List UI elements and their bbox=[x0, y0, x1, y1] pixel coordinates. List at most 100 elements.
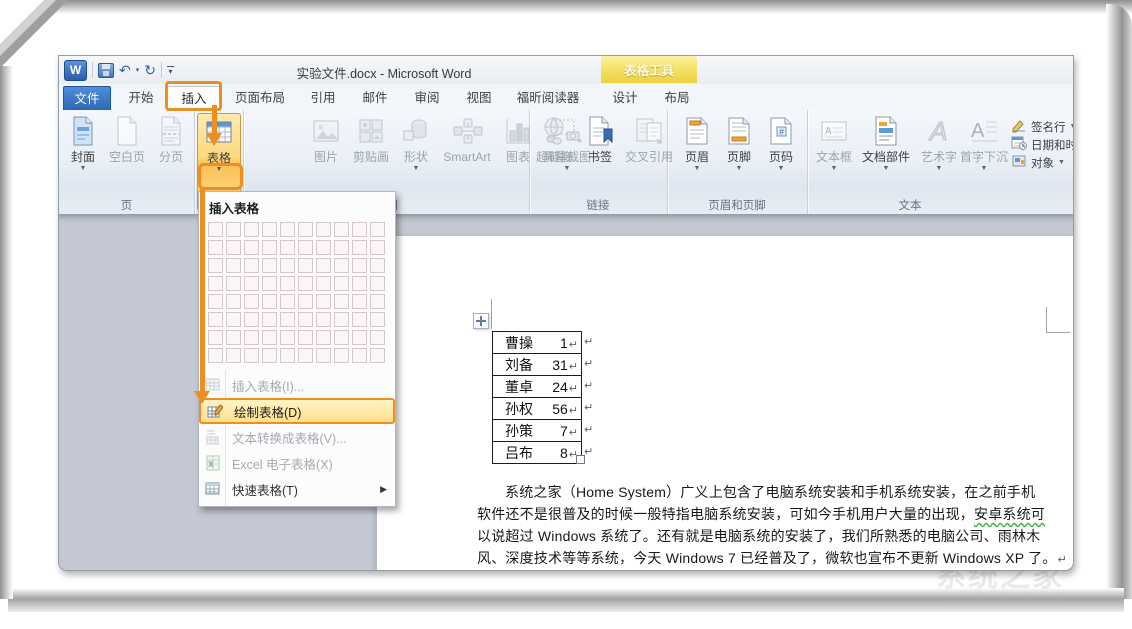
table-size-cell[interactable] bbox=[298, 330, 313, 345]
table-size-cell[interactable] bbox=[226, 258, 241, 273]
table-size-cell[interactable] bbox=[298, 294, 313, 309]
table-size-cell[interactable] bbox=[316, 312, 331, 327]
table-size-cell[interactable] bbox=[244, 240, 259, 255]
table-size-cell[interactable] bbox=[352, 294, 367, 309]
table-move-handle[interactable] bbox=[473, 313, 489, 329]
table-size-cell[interactable] bbox=[244, 312, 259, 327]
footer-button[interactable]: 页脚 ▼ bbox=[719, 113, 759, 197]
table-size-cell[interactable] bbox=[370, 348, 385, 363]
table-size-cell[interactable] bbox=[226, 348, 241, 363]
table-size-cell[interactable] bbox=[226, 222, 241, 237]
table-row[interactable]: 刘备31↵ bbox=[493, 354, 581, 376]
table-size-cell[interactable] bbox=[262, 276, 277, 291]
table-size-cell[interactable] bbox=[370, 330, 385, 345]
table-size-cell[interactable] bbox=[298, 222, 313, 237]
table-size-cell[interactable] bbox=[298, 240, 313, 255]
table-size-cell[interactable] bbox=[280, 222, 295, 237]
table-size-cell[interactable] bbox=[334, 294, 349, 309]
table-size-cell[interactable] bbox=[370, 240, 385, 255]
table-row[interactable]: 孙策7↵ bbox=[493, 420, 581, 442]
qat-customize-icon[interactable]: ▾ bbox=[167, 66, 174, 74]
table-size-cell[interactable] bbox=[244, 330, 259, 345]
undo-icon[interactable]: ↶ bbox=[119, 62, 131, 78]
table-size-cell[interactable] bbox=[334, 222, 349, 237]
table-size-cell[interactable] bbox=[280, 258, 295, 273]
picture-button[interactable]: 图片 bbox=[306, 113, 346, 197]
save-icon[interactable] bbox=[98, 63, 114, 78]
clip-art-button[interactable]: 剪贴画 bbox=[348, 113, 394, 197]
shapes-button[interactable]: 形状 ▼ bbox=[396, 113, 436, 197]
table-size-cell[interactable] bbox=[316, 294, 331, 309]
table-row[interactable]: 曹操1↵ bbox=[493, 332, 581, 354]
menu-item-convert-text-to-table[interactable]: 文本转换成表格(V)... bbox=[199, 424, 395, 450]
blank-page-button[interactable]: 空白页 bbox=[105, 113, 149, 197]
table-size-cell[interactable] bbox=[352, 312, 367, 327]
table-size-cell[interactable] bbox=[280, 348, 295, 363]
table-size-cell[interactable] bbox=[262, 222, 277, 237]
page-break-button[interactable]: 分页 bbox=[153, 113, 189, 197]
table-size-cell[interactable] bbox=[298, 348, 313, 363]
table-size-cell[interactable] bbox=[352, 222, 367, 237]
table-size-cell[interactable] bbox=[244, 222, 259, 237]
page-number-button[interactable]: # 页码 ▼ bbox=[761, 113, 801, 197]
table-size-cell[interactable] bbox=[262, 240, 277, 255]
table-size-cell[interactable] bbox=[370, 312, 385, 327]
table-size-cell[interactable] bbox=[316, 240, 331, 255]
table-size-cell[interactable] bbox=[352, 258, 367, 273]
table-size-cell[interactable] bbox=[226, 330, 241, 345]
table-size-cell[interactable] bbox=[352, 240, 367, 255]
header-button[interactable]: 页眉 ▼ bbox=[677, 113, 717, 197]
undo-dropdown-arrow-icon[interactable]: ▾ bbox=[136, 66, 140, 74]
wordart-button[interactable]: A 艺术字 ▼ bbox=[917, 113, 961, 197]
cover-page-button[interactable]: 封面 ▼ bbox=[63, 113, 103, 197]
table-size-cell[interactable] bbox=[208, 276, 223, 291]
table-size-cell[interactable] bbox=[334, 312, 349, 327]
table-size-cell[interactable] bbox=[244, 294, 259, 309]
tab-view[interactable]: 视图 bbox=[457, 87, 501, 110]
table-size-cell[interactable] bbox=[280, 312, 295, 327]
table-size-cell[interactable] bbox=[244, 276, 259, 291]
tab-mailings[interactable]: 邮件 bbox=[353, 87, 397, 110]
table-size-cell[interactable] bbox=[280, 330, 295, 345]
table-size-cell[interactable] bbox=[334, 240, 349, 255]
table-size-cell[interactable] bbox=[280, 276, 295, 291]
body-paragraph[interactable]: 系统之家（Home System）广义上包含了电脑系统安装和手机系统安装，在之前… bbox=[477, 481, 1073, 569]
table-size-cell[interactable] bbox=[370, 294, 385, 309]
table-size-cell[interactable] bbox=[262, 312, 277, 327]
table-size-cell[interactable] bbox=[298, 258, 313, 273]
tab-file[interactable]: 文件 bbox=[63, 86, 111, 112]
table-size-cell[interactable] bbox=[316, 330, 331, 345]
table-size-cell[interactable] bbox=[370, 258, 385, 273]
table-size-cell[interactable] bbox=[298, 312, 313, 327]
table-size-cell[interactable] bbox=[226, 276, 241, 291]
table-size-cell[interactable] bbox=[244, 348, 259, 363]
table-size-cell[interactable] bbox=[262, 348, 277, 363]
date-time-button[interactable]: 日期和时 bbox=[1011, 136, 1074, 153]
table-size-cell[interactable] bbox=[334, 348, 349, 363]
tab-review[interactable]: 审阅 bbox=[405, 87, 449, 110]
table-size-cell[interactable] bbox=[370, 222, 385, 237]
menu-item-draw-table[interactable]: 绘制表格(D) bbox=[199, 398, 395, 424]
table-size-cell[interactable] bbox=[316, 222, 331, 237]
table-size-cell[interactable] bbox=[208, 240, 223, 255]
smartart-button[interactable]: SmartArt bbox=[438, 113, 496, 197]
table-size-cell[interactable] bbox=[262, 294, 277, 309]
table-size-cell[interactable] bbox=[352, 276, 367, 291]
table-size-cell[interactable] bbox=[226, 312, 241, 327]
table-row[interactable]: 吕布8↵ bbox=[493, 442, 581, 463]
table-size-cell[interactable] bbox=[208, 330, 223, 345]
word-logo-icon[interactable]: W bbox=[64, 60, 87, 81]
table-size-cell[interactable] bbox=[208, 312, 223, 327]
table-size-cell[interactable] bbox=[208, 294, 223, 309]
table-size-cell[interactable] bbox=[226, 294, 241, 309]
table-size-cell[interactable] bbox=[226, 240, 241, 255]
document-page[interactable]: 曹操1↵ 刘备31↵ 董卓24↵ 孙权56↵ 孙策7↵ 吕布8↵ ↵↵ ↵↵ ↵… bbox=[377, 236, 1073, 570]
table-size-cell[interactable] bbox=[208, 258, 223, 273]
table-size-cell[interactable] bbox=[280, 240, 295, 255]
table-size-cell[interactable] bbox=[352, 348, 367, 363]
signature-line-button[interactable]: 签名行 ▼ bbox=[1011, 118, 1074, 135]
text-box-button[interactable]: A 文本框 ▼ bbox=[813, 113, 855, 197]
table-resize-handle[interactable] bbox=[576, 455, 585, 464]
table-size-cell[interactable] bbox=[316, 258, 331, 273]
table-row[interactable]: 孙权56↵ bbox=[493, 398, 581, 420]
